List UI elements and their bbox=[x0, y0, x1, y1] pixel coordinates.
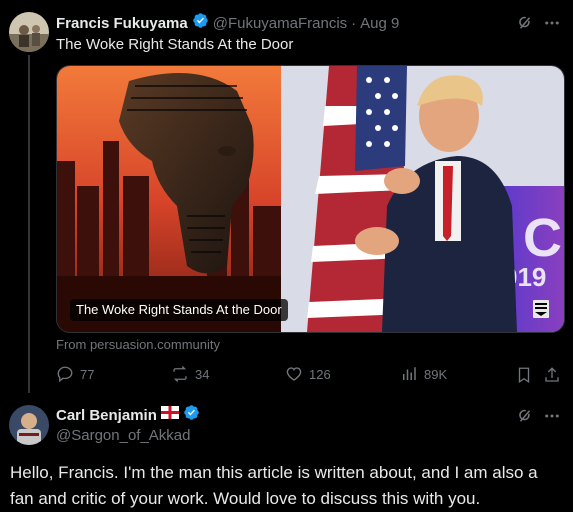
link-card[interactable]: C 019 bbox=[56, 65, 565, 333]
overlay-letter: C bbox=[523, 208, 562, 268]
grok-icon[interactable] bbox=[514, 12, 536, 34]
tweet2-header: Carl Benjamin bbox=[56, 405, 200, 425]
repost-button[interactable]: 34 bbox=[171, 364, 209, 384]
verified-icon bbox=[183, 404, 200, 426]
card-title: The Woke Right Stands At the Door bbox=[70, 299, 288, 321]
tweet1-header: Francis Fukuyama @FukuyamaFrancis · Aug … bbox=[56, 13, 399, 33]
bookmark-icon[interactable] bbox=[513, 364, 535, 386]
england-flag-icon bbox=[160, 406, 179, 424]
reply-button[interactable]: 77 bbox=[56, 364, 94, 384]
thread-line bbox=[28, 55, 30, 393]
more-icon[interactable] bbox=[541, 12, 563, 34]
grok-icon[interactable] bbox=[514, 405, 536, 427]
card-image: C 019 bbox=[57, 66, 564, 332]
author-name[interactable]: Francis Fukuyama bbox=[56, 15, 188, 32]
share-icon[interactable] bbox=[541, 364, 563, 386]
article-icon bbox=[530, 298, 552, 320]
like-icon bbox=[286, 367, 302, 381]
views-icon bbox=[403, 367, 416, 380]
tweet-date[interactable]: Aug 9 bbox=[360, 15, 399, 32]
fukuyama-avatar[interactable] bbox=[9, 12, 49, 52]
reply-icon bbox=[57, 366, 73, 383]
author-name[interactable]: Carl Benjamin bbox=[56, 407, 157, 424]
card-source[interactable]: From persuasion.community bbox=[56, 337, 220, 352]
views-button[interactable]: 89K bbox=[400, 364, 447, 384]
author-handle[interactable]: @Sargon_of_Akkad bbox=[56, 427, 190, 444]
views-count: 89K bbox=[424, 366, 448, 382]
verified-icon bbox=[192, 12, 209, 34]
tweet-text: The Woke Right Stands At the Door bbox=[56, 36, 294, 53]
separator-dot: · bbox=[351, 14, 357, 32]
reply-count: 77 bbox=[80, 366, 95, 382]
benjamin-avatar[interactable] bbox=[9, 405, 49, 445]
repost-count: 34 bbox=[195, 366, 210, 382]
author-handle[interactable]: @FukuyamaFrancis bbox=[213, 15, 347, 32]
more-icon[interactable] bbox=[541, 405, 563, 427]
reply-tweet-text: Hello, Francis. I'm the man this article… bbox=[10, 463, 538, 508]
like-count: 126 bbox=[309, 366, 331, 382]
repost-icon bbox=[173, 366, 187, 382]
like-button[interactable]: 126 bbox=[285, 364, 331, 384]
